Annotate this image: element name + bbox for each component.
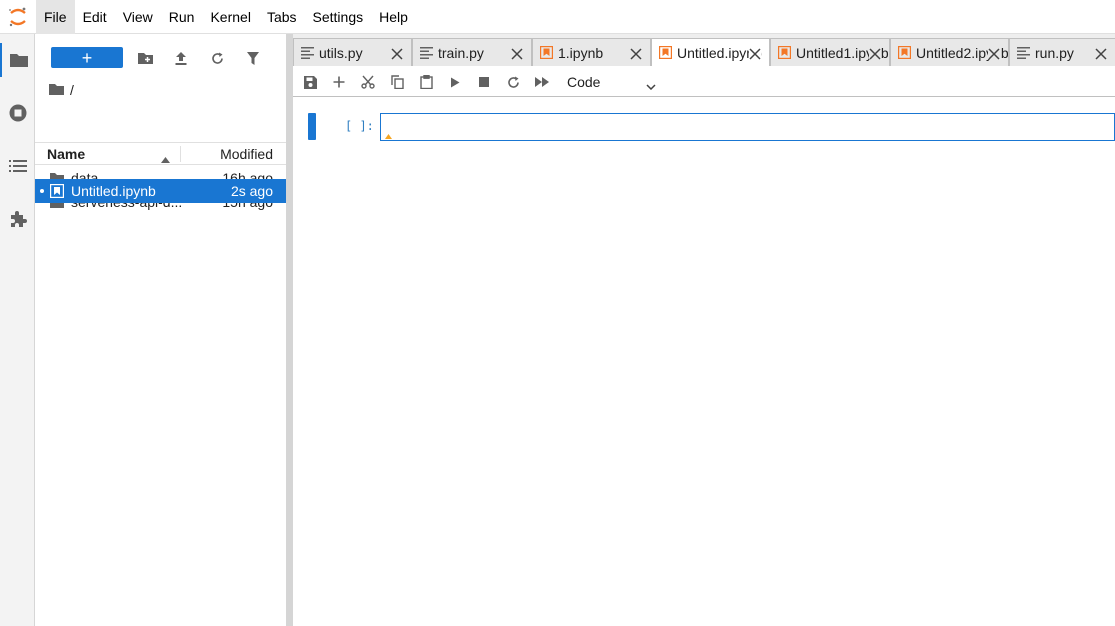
paste-icon[interactable] [415,72,437,92]
close-icon[interactable] [1095,47,1107,60]
save-icon[interactable] [299,72,321,92]
document-tab-bar: utils.py train.py 1.ipynb Untitled.ipynb [293,34,1115,67]
notebook-icon [658,45,673,60]
toc-icon[interactable] [0,149,35,183]
file-modified: 2s ago [230,183,273,199]
tab-train-py[interactable]: train.py [412,38,532,66]
code-cell[interactable]: [ ]: [293,111,1115,142]
tab-untitled1-ipynb[interactable]: Untitled1.ipynb [770,38,890,66]
text-file-icon [1017,46,1030,59]
close-icon[interactable] [869,47,881,60]
file-row-untitled-ipynb[interactable]: Untitled.ipynb 2s ago [35,179,286,203]
menu-view[interactable]: View [115,0,161,34]
close-icon[interactable] [749,47,761,60]
copy-icon[interactable] [386,72,408,92]
column-modified-header[interactable]: Modified [220,146,273,162]
menu-edit[interactable]: Edit [75,0,115,34]
tab-label: utils.py [319,45,363,61]
text-file-icon [301,46,314,59]
tab-label: 1.ipynb [558,45,604,61]
tab-1-ipynb[interactable]: 1.ipynb [532,38,651,66]
restart-icon[interactable] [502,72,524,92]
menu-file[interactable]: File [36,0,75,34]
file-list-header: Name Modified [35,142,286,165]
breadcrumb-home-folder-icon[interactable] [49,82,64,98]
breadcrumb: / [49,81,74,99]
cell-collapser[interactable] [308,113,316,140]
upload-icon[interactable] [170,46,192,70]
insert-cell-icon[interactable] [328,72,350,92]
fast-forward-icon[interactable] [531,72,553,92]
notebook-icon [49,183,65,199]
text-cursor-icon [385,126,392,142]
extension-icon[interactable] [0,202,35,236]
run-icon[interactable] [444,72,466,92]
panel-splitter[interactable] [286,34,293,626]
close-icon[interactable] [511,47,523,60]
refresh-icon[interactable] [206,46,228,70]
folder-icon[interactable] [0,43,35,77]
column-name-header[interactable]: Name [47,146,85,162]
notebook-icon [897,45,912,60]
stop-icon[interactable] [473,72,495,92]
new-folder-icon[interactable] [134,46,156,70]
cell-editor[interactable] [380,113,1115,141]
cell-type-select[interactable]: Code [561,71,661,93]
filter-icon[interactable] [242,46,264,70]
tab-label: train.py [438,45,484,61]
running-icon[interactable] [0,96,35,130]
cut-icon[interactable] [357,72,379,92]
sort-ascending-icon[interactable] [161,150,170,166]
breadcrumb-path[interactable]: / [70,82,74,98]
jupyter-logo-icon [0,0,36,34]
file-browser-panel: + / Name Modified data 16h ago [35,34,286,626]
menu-tabs[interactable]: Tabs [259,0,305,34]
chevron-down-icon [646,77,656,93]
menu-settings[interactable]: Settings [305,0,372,34]
tab-label: run.py [1035,45,1074,61]
text-file-icon [420,46,433,59]
file-browser-toolbar: + [35,44,286,72]
file-name: Untitled.ipynb [71,183,156,199]
notebook-toolbar: Code [293,66,1115,97]
column-divider[interactable] [180,146,181,162]
notebook-icon [777,45,792,60]
running-indicator-dot [40,189,44,193]
menu-run[interactable]: Run [161,0,203,34]
notebook-icon [539,45,554,60]
cell-input-prompt: [ ]: [345,119,374,133]
menubar: File Edit View Run Kernel Tabs Settings … [0,0,1115,34]
close-icon[interactable] [391,47,403,60]
close-icon[interactable] [630,47,642,60]
tab-utils-py[interactable]: utils.py [293,38,412,66]
tab-run-py[interactable]: run.py [1009,38,1115,66]
main-area: utils.py train.py 1.ipynb Untitled.ipynb [293,34,1115,626]
tab-untitled-ipynb[interactable]: Untitled.ipynb [651,38,770,67]
menu-kernel[interactable]: Kernel [202,0,258,34]
cell-type-value: Code [567,74,601,90]
activity-bar [0,34,35,626]
close-icon[interactable] [988,47,1000,60]
tab-untitled2-ipynb[interactable]: Untitled2.ipynb [890,38,1009,66]
new-launcher-button[interactable]: + [51,47,123,68]
menu-help[interactable]: Help [371,0,416,34]
